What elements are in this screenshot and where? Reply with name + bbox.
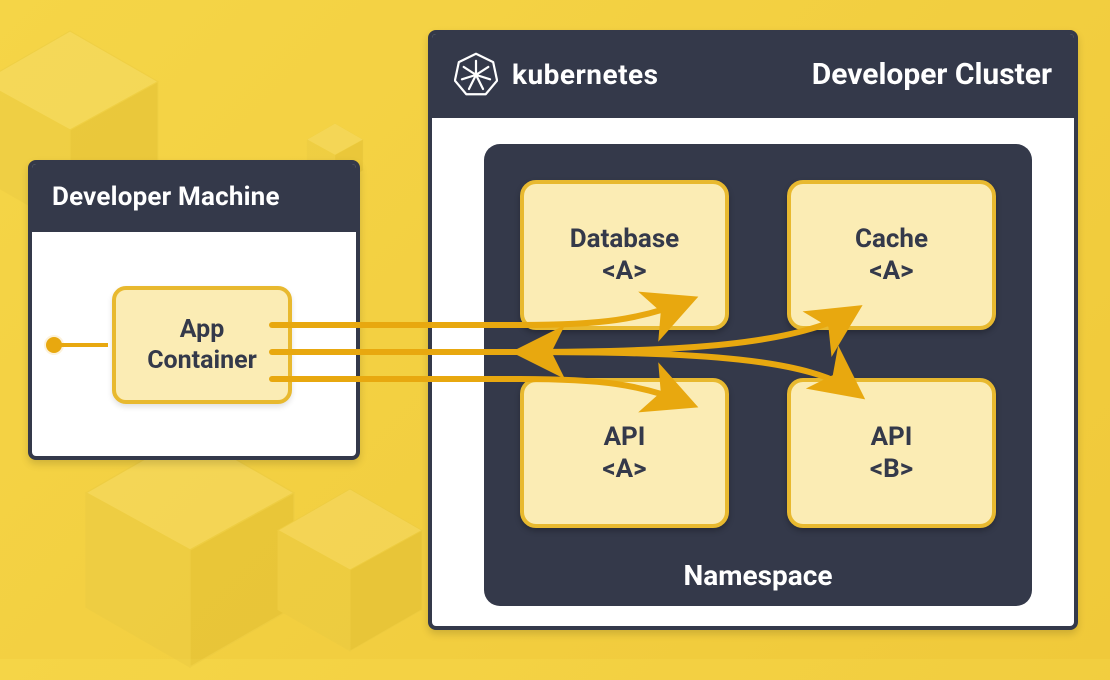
namespace-label: Namespace bbox=[484, 559, 1032, 592]
api-a-name: API bbox=[604, 421, 646, 454]
kubernetes-label: kubernetes bbox=[512, 58, 659, 91]
developer-cluster-panel: kubernetes Developer Cluster Database <A… bbox=[428, 30, 1078, 630]
cache-name: Cache bbox=[855, 223, 928, 256]
developer-machine-panel: Developer Machine App Container bbox=[28, 160, 360, 460]
connector-dot bbox=[46, 337, 62, 353]
kubernetes-icon bbox=[454, 52, 498, 96]
app-container-node: App Container bbox=[112, 286, 292, 404]
cache-tag: <A> bbox=[869, 255, 913, 288]
database-node: Database <A> bbox=[520, 180, 729, 330]
app-node-line2: Container bbox=[116, 345, 288, 376]
cache-node: Cache <A> bbox=[787, 180, 996, 330]
namespace-box: Database <A> Cache <A> API <A> API <B> N… bbox=[484, 144, 1032, 606]
api-b-tag: <B> bbox=[870, 453, 913, 486]
developer-machine-title: Developer Machine bbox=[32, 164, 356, 232]
api-a-tag: <A> bbox=[602, 453, 646, 486]
app-node-line1: App bbox=[116, 314, 288, 345]
database-name: Database bbox=[570, 223, 679, 256]
api-b-name: API bbox=[871, 421, 913, 454]
cluster-title: Developer Cluster bbox=[812, 57, 1052, 92]
api-a-node: API <A> bbox=[520, 378, 729, 528]
cluster-header: kubernetes Developer Cluster bbox=[432, 34, 1074, 118]
api-b-node: API <B> bbox=[787, 378, 996, 528]
database-tag: <A> bbox=[602, 255, 646, 288]
